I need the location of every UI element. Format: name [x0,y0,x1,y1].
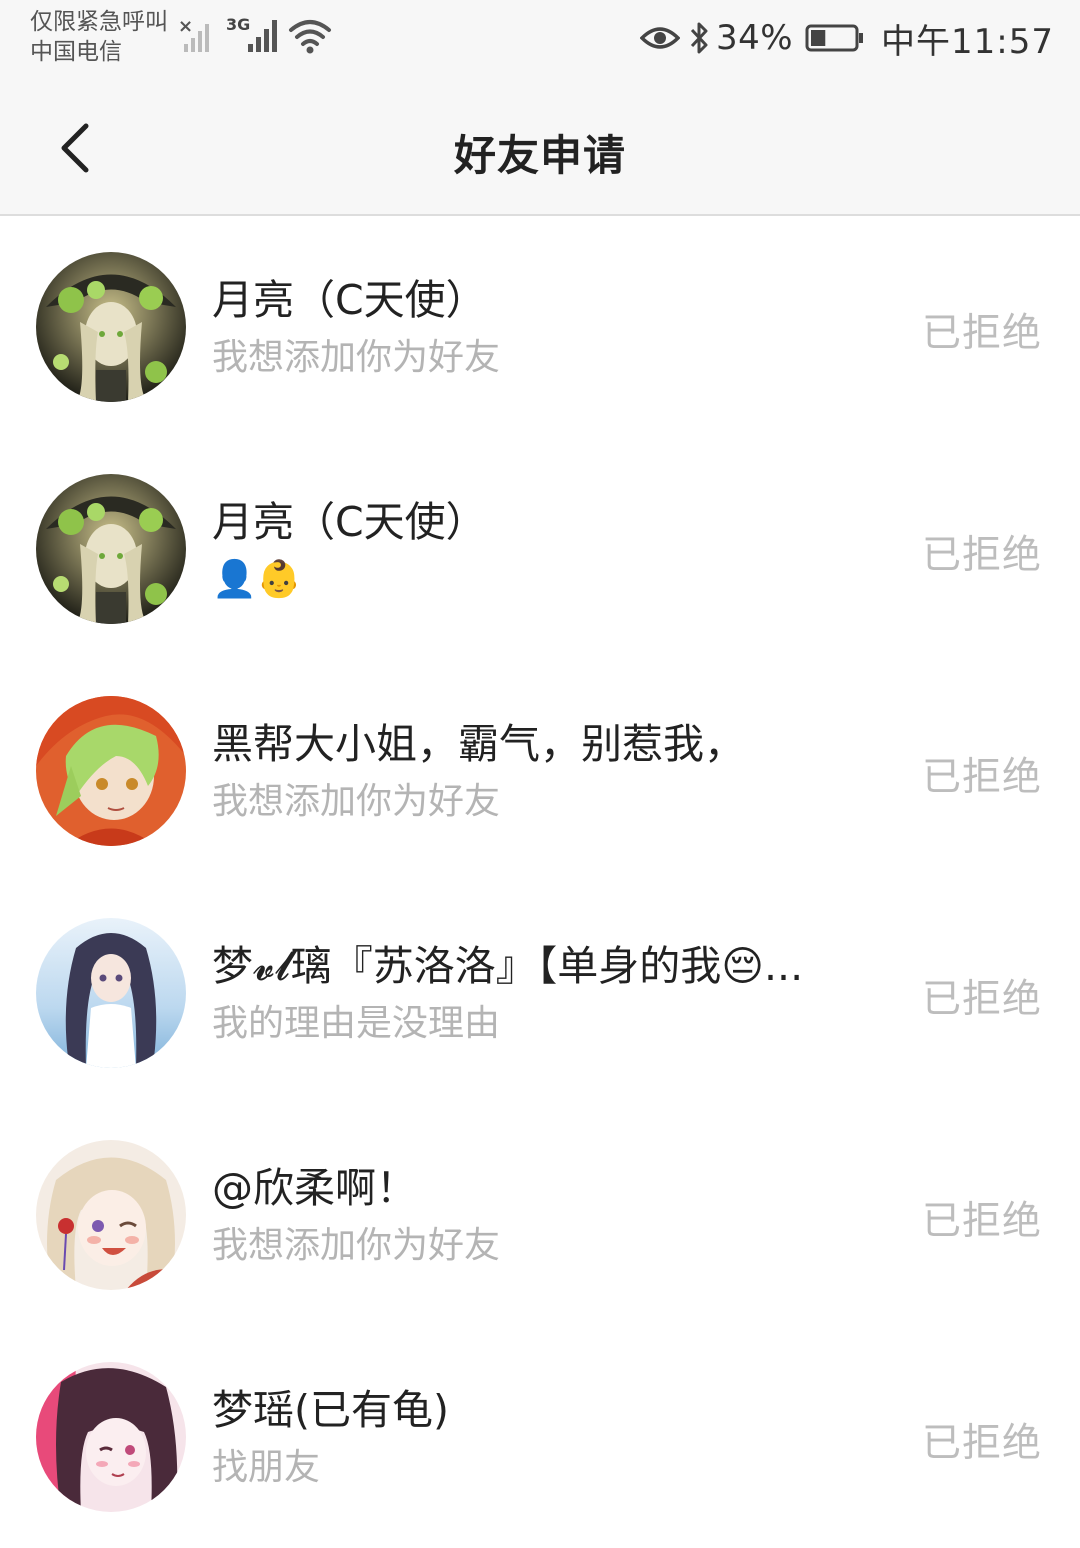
request-message: 我想添加你为好友 [212,1225,501,1266]
request-message: 我的理由是没理由 [212,1003,501,1044]
list-item[interactable]: 梦瑶(已有龟) 找朋友 已拒绝 [0,1326,1080,1548]
avatar[interactable] [36,1362,186,1512]
battery-percent: 34% [715,18,794,58]
eye-comfort-icon [639,27,680,49]
requester-name: 月亮（C天使） [212,276,487,324]
requester-name: 月亮（C天使） [212,498,487,546]
carrier-info: 仅限紧急呼叫 中国电信 [30,8,168,68]
page-title: 好友申请 [453,131,626,180]
request-message: 找朋友 [212,1447,321,1488]
request-message: 我想添加你为好友 [212,781,501,822]
list-item[interactable]: 梦𝓿𝓵璃『苏洛洛』【单身的我😔... 我的理由是没理由 已拒绝 [0,882,1080,1104]
avatar[interactable] [36,1140,186,1290]
svg-text:×: × [178,16,193,37]
carrier-emergency-label: 仅限紧急呼叫 [30,9,168,35]
avatar[interactable] [36,918,186,1068]
requester-name: 梦瑶(已有龟) [212,1386,449,1434]
signal-3g-icon: 3G [226,15,277,52]
list-item[interactable]: 月亮（C天使） 👤👶 已拒绝 [0,438,1080,660]
status-badge: 已拒绝 [921,1421,1042,1466]
friend-request-list: 月亮（C天使） 我想添加你为好友 已拒绝 月亮（C天使） 👤👶 已拒绝 黑帮大小… [0,216,1080,1548]
status-badge: 已拒绝 [921,311,1042,356]
status-badge: 已拒绝 [921,533,1042,578]
avatar[interactable] [36,252,186,402]
status-bar: 仅限紧急呼叫 中国电信 × 3G 34% 中午11:57 [0,0,1080,84]
requester-name: @欣柔啊！ [212,1164,417,1212]
status-badge: 已拒绝 [921,1199,1042,1244]
status-badge: 已拒绝 [921,755,1042,800]
avatar[interactable] [36,696,186,846]
wifi-icon [289,20,331,54]
signal-none-icon: × [178,16,209,52]
network-type-label: 3G [226,15,250,34]
avatar[interactable] [36,474,186,624]
requester-name: 黑帮大小姐，霸气，别惹我， [212,720,745,768]
request-message: 我想添加你为好友 [212,337,501,378]
avatar-pink-girl-image [36,1362,186,1512]
bluetooth-icon [690,22,708,54]
list-item[interactable]: @欣柔啊！ 我想添加你为好友 已拒绝 [0,1104,1080,1326]
status-badge: 已拒绝 [921,977,1042,1022]
request-message: 👤👶 [212,559,302,600]
avatar-witch-image [36,252,186,402]
carrier-name: 中国电信 [30,39,122,65]
list-item[interactable]: 黑帮大小姐，霸气，别惹我， 我想添加你为好友 已拒绝 [0,660,1080,882]
clock: 中午11:57 [881,21,1054,62]
avatar-sea-girl-image [36,918,186,1068]
avatar-witch-image [36,474,186,624]
battery-icon [805,24,864,52]
navigation-header: 好友申请 [0,84,1080,216]
list-item[interactable]: 月亮（C天使） 我想添加你为好友 已拒绝 [0,216,1080,438]
requester-name: 梦𝓿𝓵璃『苏洛洛』【单身的我😔... [212,942,804,990]
status-right-group: 34% 中午11:57 [639,14,1054,62]
avatar-green-hair-image [36,696,186,846]
avatar-blonde-girl-image [36,1140,186,1290]
